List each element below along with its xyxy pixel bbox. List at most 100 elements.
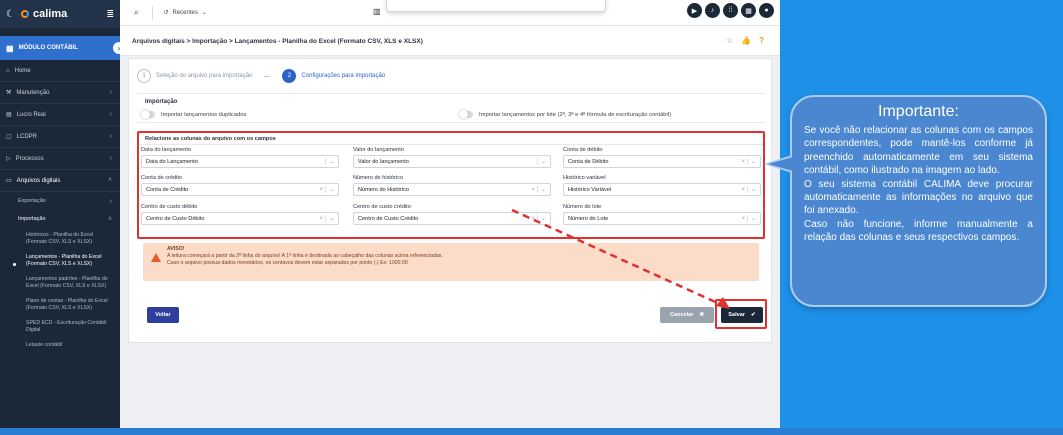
sidebar-item-lucro-real[interactable]: ▤ Lucro Real ›	[0, 104, 120, 126]
sidebar-item-home[interactable]: ⌂ Home	[0, 60, 120, 82]
field-label: Conta de crédito	[141, 175, 183, 181]
field-label: Número do histórico	[353, 175, 404, 181]
clear-icon[interactable]: ×	[531, 187, 535, 193]
step-1[interactable]: 1 Seleção do arquivo para importação	[137, 69, 252, 83]
field-label: Histórico variável	[563, 175, 606, 181]
chevron-down-icon[interactable]: ⌄	[324, 158, 334, 165]
toggle-switch[interactable]	[459, 110, 473, 119]
step-label: Seleção do arquivo para importação	[156, 73, 253, 79]
select-value: Número do Histórico	[358, 186, 409, 193]
grid-icon[interactable]: ⁞⁞	[723, 3, 738, 18]
voltar-button[interactable]: Voltar	[147, 307, 179, 323]
chevron-down-icon[interactable]: ⌄	[536, 158, 546, 165]
field-valor-lancamento: Valor do lançamento Valor do lançamento ⌄	[353, 147, 551, 168]
menu-icon[interactable]: ≣	[106, 9, 114, 20]
apps-icon[interactable]: ▦	[741, 3, 756, 18]
chevron-up-icon: ˄	[107, 215, 112, 223]
clear-icon[interactable]: ×	[531, 216, 535, 222]
search-icon[interactable]: ⌕	[134, 8, 138, 18]
play-icon[interactable]: ▶	[687, 3, 702, 18]
sidebar-leaf-plano-de-contas[interactable]: Plano de contas - Planilha do Excel (For…	[0, 294, 120, 316]
sidebar-leaf-historicos[interactable]: Históricos - Planilha do Excel (Formato …	[0, 228, 120, 250]
chevron-down-icon[interactable]: ⌄	[324, 215, 334, 222]
sidebar: ☾ calima ≣ ▦ MÓDULO CONTÁBIL › ⌂ Home ⚒ Ma…	[0, 0, 125, 435]
select-numero-historico[interactable]: Número do Histórico × ⌄	[353, 183, 551, 196]
field-conta-debito: Conta de débito Conta de Débito × ⌄	[563, 147, 761, 168]
thumbs-up-icon[interactable]: 👍	[741, 36, 751, 45]
sidebar-module[interactable]: ▦ MÓDULO CONTÁBIL ›	[0, 36, 125, 60]
main-content: Arquivos digitais > Importação > Lançame…	[120, 26, 780, 435]
chevron-down-icon[interactable]: ⌄	[746, 215, 756, 222]
folder-icon: ▭	[6, 178, 12, 184]
chevron-down-icon[interactable]: ⌄	[536, 215, 546, 222]
sidebar-leaf-lancamentos[interactable]: Lançamentos - Planilha do Excel (Formato…	[0, 250, 120, 272]
callout-title: Importante:	[878, 103, 959, 120]
recentes-dropdown[interactable]: ↺ Recentes ⌄	[152, 5, 207, 20]
chevron-down-icon[interactable]: ⌄	[746, 186, 756, 193]
star-icon[interactable]: ☆	[726, 36, 733, 45]
sidebar-item-label: Manutenção	[16, 89, 50, 96]
divider	[139, 144, 763, 145]
clear-icon[interactable]: ×	[741, 159, 745, 165]
clear-icon[interactable]: ×	[741, 187, 745, 193]
select-conta-debito[interactable]: Conta de Débito × ⌄	[563, 155, 761, 168]
select-conta-credito[interactable]: Conta de Crédito × ⌄	[141, 183, 339, 196]
calculator-icon[interactable]: ▥	[373, 7, 381, 16]
toggle-por-lote[interactable]: Importar lançamentos por lote (2ª, 3ª e …	[459, 110, 671, 119]
sidebar-item-arquivos-digitais[interactable]: ▭ Arquivos digitais ˄	[0, 170, 120, 192]
sidebar-subitem-label: Importação	[18, 216, 46, 222]
sidebar-item-lcdpr[interactable]: ▢ LCDPR ›	[0, 126, 120, 148]
chevron-down-icon[interactable]: ⌄	[536, 186, 546, 193]
sidebar-subitem-exportacao[interactable]: Exportação ›	[0, 192, 120, 210]
breadcrumb-actions: ☆ 👍 ?	[726, 36, 764, 45]
sidebar-item-label: Processos	[15, 155, 44, 162]
clear-icon[interactable]: ×	[319, 216, 323, 222]
wrench-icon: ⚒	[6, 90, 12, 96]
user-icon[interactable]: ●	[759, 3, 774, 18]
toggle-duplicados[interactable]: Importar lançamentos duplicados	[141, 110, 246, 119]
chevron-down-icon[interactable]: ⌄	[324, 186, 334, 193]
importante-callout: Importante: Se você não relacionar as co…	[764, 95, 1047, 307]
sidebar-leaf-leiaute[interactable]: Leiaute contábil	[0, 338, 120, 353]
bell-icon[interactable]: ♪	[705, 3, 720, 18]
select-centro-custo-debito[interactable]: Centro de Custo Débito × ⌄	[141, 212, 339, 225]
sidebar-subitem-importacao[interactable]: Importação ˄	[0, 210, 120, 228]
select-centro-custo-credito[interactable]: Centro de Custo Crédito × ⌄	[353, 212, 551, 225]
select-numero-lote[interactable]: Número do Lote × ⌄	[563, 212, 761, 225]
select-value: Conta de Crédito	[146, 186, 189, 193]
clear-icon[interactable]: ×	[741, 216, 745, 222]
select-historico-variavel[interactable]: Histórico Variável × ⌄	[563, 183, 761, 196]
help-icon[interactable]: ?	[759, 36, 764, 45]
cancelar-label: Cancelar	[669, 312, 694, 318]
sidebar-leaf-sped-ecd[interactable]: SPED ECD - Escrituração Contábil Digital	[0, 316, 120, 338]
sidebar-leaf-lancamentos-padroes[interactable]: Lançamentos padrões - Planilha do Excel …	[0, 272, 120, 294]
chevron-down-icon[interactable]: ⌄	[746, 158, 756, 165]
sidebar-item-processos[interactable]: ▷ Processos ›	[0, 148, 120, 170]
select-valor-lancamento[interactable]: Valor do lançamento ⌄	[353, 155, 551, 168]
clear-icon[interactable]: ×	[319, 187, 323, 193]
sidebar-subitem-label: Exportação	[18, 198, 46, 204]
chevron-down-icon: ⌄	[201, 10, 207, 16]
field-numero-historico: Número do histórico Número do Histórico ×…	[353, 175, 551, 196]
breadcrumb: Arquivos digitais > Importação > Lançame…	[132, 38, 423, 45]
step-2[interactable]: 2 Configurações para importação	[282, 69, 385, 83]
moon-icon[interactable]: ☾	[6, 9, 15, 20]
warning-alert: AVISO! A leitura começará a partir da 2ª…	[143, 243, 759, 281]
sidebar-item-label: Lucro Real	[16, 111, 46, 118]
app-logo[interactable]: calima	[20, 8, 68, 20]
cancelar-button[interactable]: Cancelar ✖	[660, 307, 714, 323]
callout-body: Se você não relacionar as colunas com os…	[804, 124, 1033, 245]
salvar-button[interactable]: Salvar ✔	[721, 307, 763, 323]
select-data-lancamento[interactable]: Data do Lançamento ⌄	[141, 155, 339, 168]
sidebar-item-manutencao[interactable]: ⚒ Manutenção ›	[0, 82, 120, 104]
divider	[137, 93, 765, 94]
topbar-popup	[386, 0, 606, 12]
select-value: Número do Lote	[568, 215, 609, 222]
import-card: 1 Seleção do arquivo para importação 2 C…	[128, 58, 772, 343]
app-name: calima	[32, 8, 68, 20]
warning-title: AVISO!	[167, 246, 185, 252]
toggle-switch[interactable]	[141, 110, 155, 119]
callout-paragraph: O seu sistema contábil CALIMA deve procu…	[804, 178, 1033, 217]
import-options: Importar lançamentos duplicados Importar…	[137, 107, 765, 123]
chevron-right-icon: ›	[109, 155, 112, 162]
